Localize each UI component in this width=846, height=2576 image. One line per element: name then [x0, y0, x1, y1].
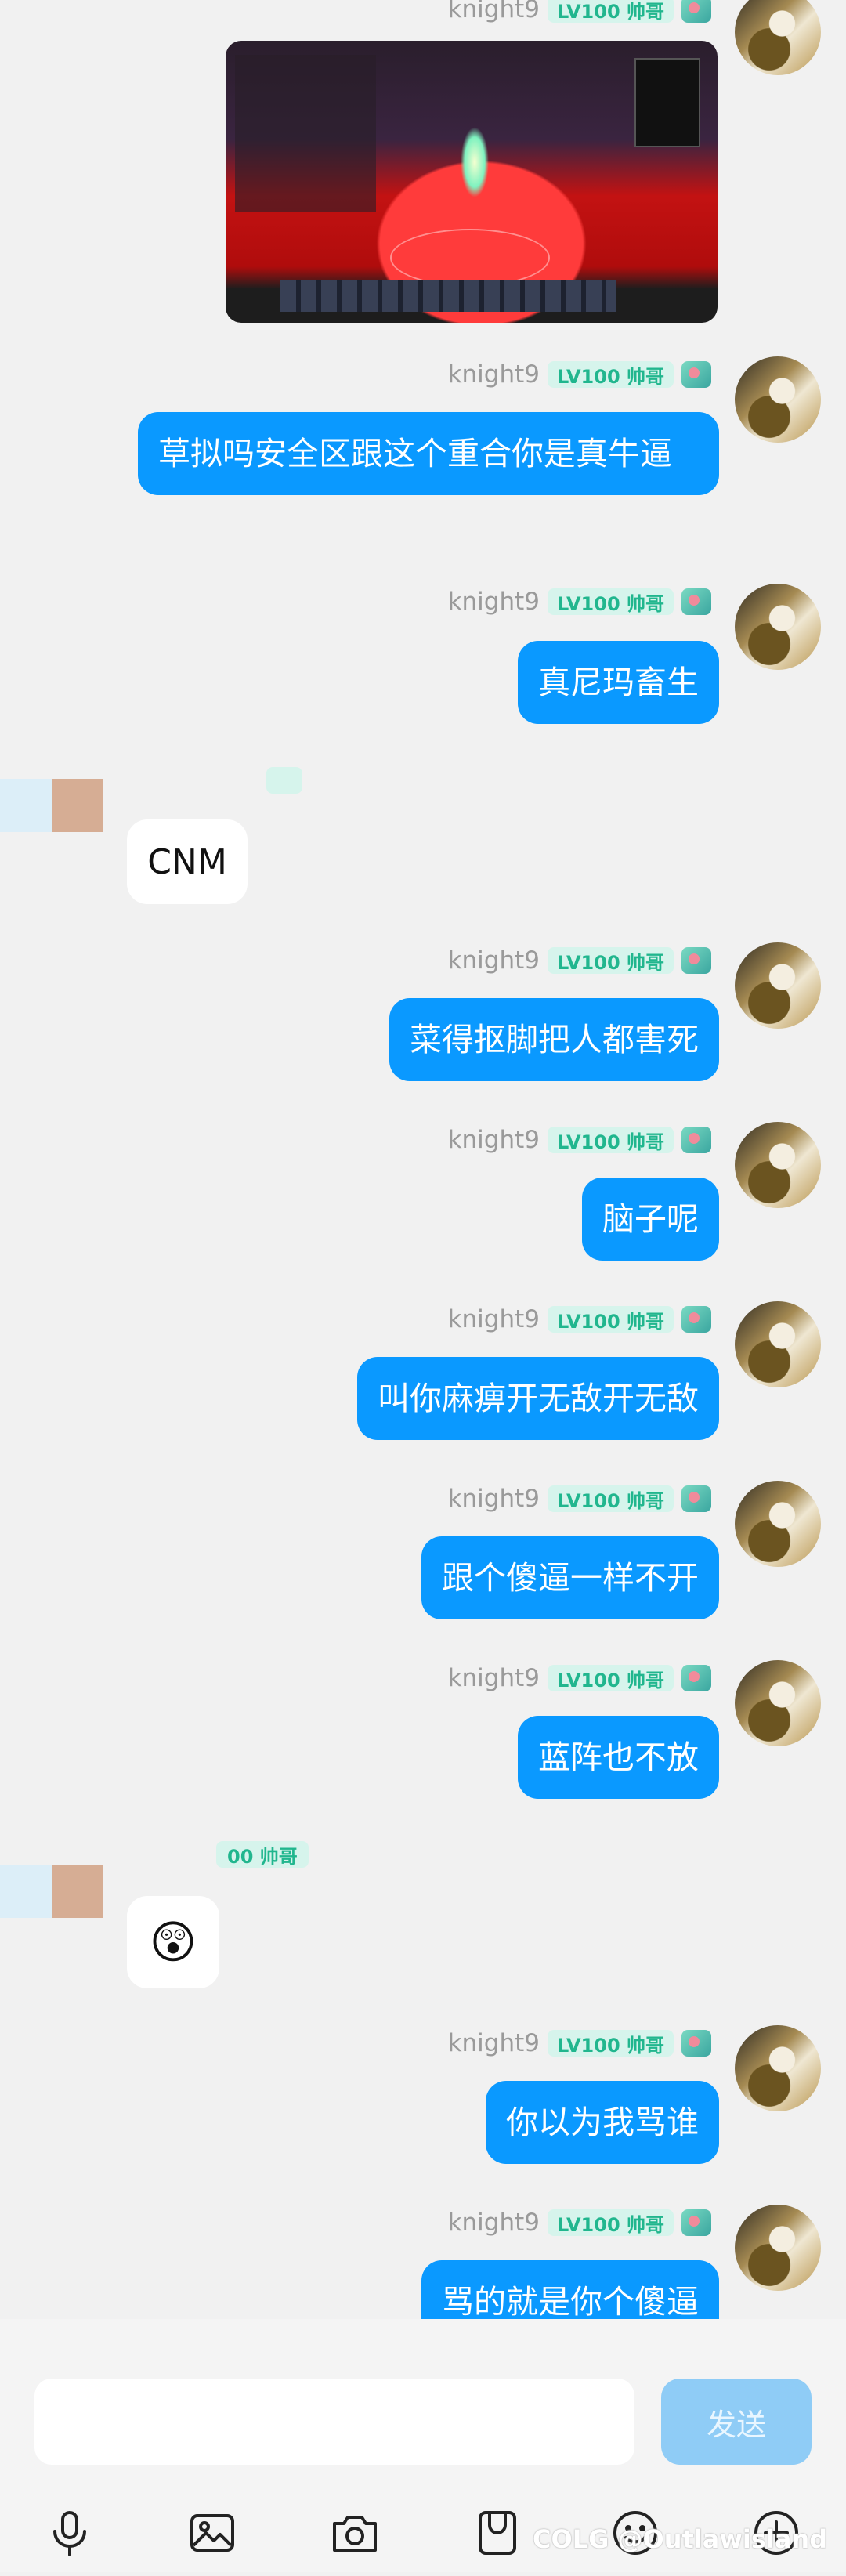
- message-bubble[interactable]: 你以为我骂谁: [486, 2081, 719, 2164]
- level-badge[interactable]: LV100 帅哥: [547, 947, 674, 974]
- badge-emblem-icon: [682, 1127, 711, 1153]
- sender-name[interactable]: knight9: [448, 360, 540, 389]
- message-bubble[interactable]: 脑子呢: [582, 1178, 719, 1261]
- game-effect: [461, 127, 489, 197]
- send-button[interactable]: 发送: [661, 2379, 812, 2465]
- level-badge[interactable]: LV100 帅哥: [547, 1127, 674, 1153]
- level-badge[interactable]: LV100 帅哥: [547, 2030, 674, 2057]
- image-icon[interactable]: [185, 2505, 240, 2560]
- sender-meta: knight9 LV100 帅哥: [448, 0, 711, 25]
- badge-emblem-icon: [682, 947, 711, 974]
- sender-avatar[interactable]: [735, 356, 821, 443]
- message-bubble[interactable]: 跟个傻逼一样不开: [421, 1536, 719, 1619]
- level-badge[interactable]: LV100 帅哥: [547, 588, 674, 615]
- level-badge[interactable]: LV100 帅哥: [547, 1665, 674, 1691]
- watermark: COLG @Outlawisland: [533, 2524, 828, 2554]
- game-screenshot-image[interactable]: [226, 41, 718, 323]
- level-badge[interactable]: LV100 帅哥: [547, 1485, 674, 1512]
- badge-emblem-icon: [682, 0, 711, 23]
- sender-avatar[interactable]: [735, 584, 821, 670]
- partial-badge: [266, 767, 302, 794]
- badge-emblem-icon: [682, 1485, 711, 1512]
- message-bubble[interactable]: 蓝阵也不放: [518, 1716, 719, 1799]
- sender-meta: knight9 LV100 帅哥: [448, 1304, 711, 1335]
- sender-name[interactable]: knight9: [448, 2209, 540, 2237]
- badge-emblem-icon: [682, 1665, 711, 1691]
- emoji-message[interactable]: 😲: [127, 1896, 219, 1988]
- microphone-icon[interactable]: [42, 2505, 97, 2560]
- badge-emblem-icon: [682, 2209, 711, 2236]
- message-bubble[interactable]: 真尼玛畜生: [518, 641, 719, 724]
- sender-meta: knight9 LV100 帅哥: [448, 1124, 711, 1156]
- sender-name[interactable]: knight9: [448, 1126, 540, 1154]
- sender-meta: knight9 LV100 帅哥: [448, 2207, 711, 2238]
- badge-emblem-icon: [682, 2030, 711, 2057]
- game-minimap: [634, 58, 700, 147]
- level-badge[interactable]: LV100 帅哥: [547, 0, 674, 23]
- sender-avatar[interactable]: [735, 1481, 821, 1567]
- sender-name[interactable]: knight9: [448, 1305, 540, 1333]
- sender-avatar[interactable]: [735, 2205, 821, 2291]
- sender-avatar[interactable]: [735, 0, 821, 75]
- level-badge[interactable]: LV100 帅哥: [547, 2209, 674, 2236]
- sender-name[interactable]: knight9: [448, 946, 540, 975]
- file-icon[interactable]: [470, 2505, 525, 2560]
- message-input[interactable]: [34, 2379, 634, 2465]
- sender-name[interactable]: knight9: [448, 1485, 540, 1513]
- sender-avatar[interactable]: [735, 942, 821, 1029]
- game-hud-left: [235, 55, 376, 212]
- sender-meta: knight9 LV100 帅哥: [448, 586, 711, 617]
- sender-meta: knight9 LV100 帅哥: [448, 945, 711, 976]
- other-user-avatar[interactable]: [0, 779, 103, 832]
- badge-emblem-icon: [682, 588, 711, 615]
- game-skill-bar: [280, 280, 616, 312]
- partial-level-badge[interactable]: 00 帅哥: [216, 1841, 309, 1868]
- sender-name[interactable]: knight9: [448, 588, 540, 616]
- sender-avatar[interactable]: [735, 1122, 821, 1208]
- sender-meta: knight9 LV100 帅哥: [448, 2028, 711, 2059]
- badge-emblem-icon: [682, 361, 711, 388]
- sender-name[interactable]: knight9: [448, 1664, 540, 1692]
- sender-name[interactable]: knight9: [448, 2029, 540, 2057]
- chat-area[interactable]: knight9 LV100 帅哥 knight9 LV100 帅哥 草拟吗安全区…: [0, 0, 846, 2319]
- sender-avatar[interactable]: [735, 1660, 821, 1746]
- sender-meta: knight9 LV100 帅哥: [448, 1483, 711, 1514]
- sender-meta: knight9 LV100 帅哥: [448, 1662, 711, 1694]
- message-bubble[interactable]: CNM: [127, 819, 248, 904]
- sender-avatar[interactable]: [735, 2025, 821, 2111]
- safe-zone-ring: [390, 229, 550, 287]
- message-bubble[interactable]: 菜得抠脚把人都害死: [389, 998, 719, 1081]
- input-panel: 发送 COLG @Outlawisland: [0, 2319, 846, 2572]
- sender-avatar[interactable]: [735, 1301, 821, 1387]
- sender-meta: knight9 LV100 帅哥: [448, 359, 711, 390]
- other-user-avatar[interactable]: [0, 1865, 103, 1918]
- message-bubble[interactable]: 叫你麻痹开无敌开无敌: [357, 1357, 719, 1440]
- message-bubble[interactable]: 骂的就是你个傻逼: [421, 2260, 719, 2319]
- level-badge[interactable]: LV100 帅哥: [547, 1306, 674, 1333]
- badge-emblem-icon: [682, 1306, 711, 1333]
- sender-name[interactable]: knight9: [448, 0, 540, 24]
- message-bubble[interactable]: 草拟吗安全区跟这个重合你是真牛逼: [138, 412, 719, 495]
- level-badge[interactable]: LV100 帅哥: [547, 361, 674, 388]
- camera-icon[interactable]: [327, 2505, 382, 2560]
